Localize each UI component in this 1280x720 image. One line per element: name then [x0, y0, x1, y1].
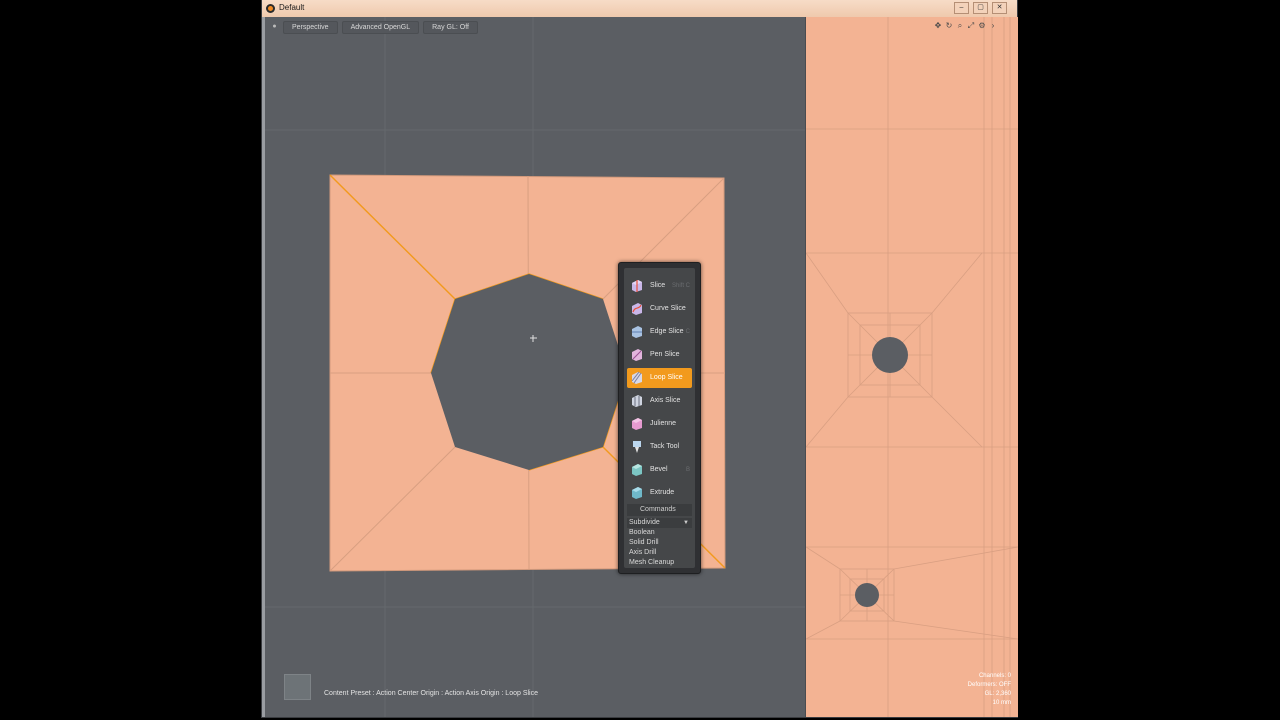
command-label: Subdivide — [629, 519, 660, 526]
fit-view-icon[interactable]: ⤢ — [967, 21, 975, 30]
command-mesh-cleanup[interactable]: Mesh Cleanup — [627, 558, 692, 568]
command-solid-drill[interactable]: Solid Drill — [627, 538, 692, 548]
command-subdivide[interactable]: Subdivide ▼ — [627, 518, 692, 528]
readout-gl: GL: 2,360 — [984, 691, 1011, 697]
tool-loop-slice[interactable]: Loop Slice — [627, 368, 692, 388]
viewport-canvas[interactable] — [265, 17, 805, 717]
title-bar: Default – ▢ ✕ — [262, 0, 1017, 17]
minimize-button[interactable]: – — [954, 2, 969, 14]
rotate-view-icon[interactable]: ↻ — [945, 21, 953, 30]
view-readout: Channels: 0 Deformers: OFF GL: 2,360 10 … — [968, 672, 1011, 708]
tool-shortcut: B — [685, 467, 690, 473]
tool-label: Axis Slice — [650, 397, 681, 404]
tool-label: Bevel — [650, 466, 668, 473]
view-type-dropdown[interactable]: Perspective — [283, 21, 338, 34]
edge-slice-icon — [632, 326, 642, 338]
ray-gl-toggle[interactable]: Ray GL: Off — [423, 21, 478, 34]
tool-label: Pen Slice — [650, 351, 680, 358]
side-view-canvas[interactable] — [806, 17, 1018, 717]
render-mode-dropdown[interactable]: Advanced OpenGL — [341, 21, 420, 34]
command-boolean[interactable]: Boolean — [627, 528, 692, 538]
command-label: Solid Drill — [629, 539, 659, 546]
move-view-icon[interactable]: ✥ — [934, 21, 942, 30]
tool-axis-slice[interactable]: Axis Slice — [627, 391, 692, 411]
commands-header[interactable]: Commands — [627, 504, 692, 516]
tool-shortcut: C — [685, 329, 690, 335]
maximize-button[interactable]: ▢ — [973, 2, 988, 14]
pen-slice-icon — [632, 349, 642, 361]
large-hole — [872, 337, 908, 373]
tool-curve-slice[interactable]: Curve Slice — [627, 299, 692, 319]
readout-scale: 10 mm — [992, 700, 1011, 706]
tool-bevel[interactable]: Bevel B — [627, 460, 692, 480]
command-label: Boolean — [629, 529, 655, 536]
window-title: Default — [279, 3, 305, 12]
tool-extrude[interactable]: Extrude — [627, 483, 692, 503]
tool-edge-slice[interactable]: Edge Slice C — [627, 322, 692, 342]
curve-slice-icon — [632, 303, 642, 315]
command-axis-drill[interactable]: Axis Drill — [627, 548, 692, 558]
command-label: Axis Drill — [629, 549, 657, 556]
small-hole — [855, 583, 879, 607]
axis-gizmo-icon — [284, 674, 311, 700]
slice-tools-popover: Slice Shift C Curve Slice Edge Slice C P… — [618, 262, 701, 574]
readout-deformers: Deformers: OFF — [967, 682, 1011, 688]
tool-label: Edge Slice — [650, 328, 684, 335]
command-label: Mesh Cleanup — [629, 559, 675, 566]
tool-label: Loop Slice — [650, 374, 683, 381]
tool-tack-tool[interactable]: Tack Tool — [627, 437, 692, 457]
chevron-down-icon: ▼ — [683, 520, 689, 526]
axis-slice-icon — [632, 395, 642, 407]
tool-julienne[interactable]: Julienne — [627, 414, 692, 434]
tool-shortcut: Shift C — [671, 283, 690, 289]
tool-label: Extrude — [650, 489, 675, 496]
julienne-icon — [632, 418, 642, 430]
tool-label: Slice — [650, 282, 666, 289]
popover-body: Slice Shift C Curve Slice Edge Slice C P… — [624, 268, 695, 568]
tack-tool-icon — [633, 441, 641, 453]
bevel-icon — [632, 464, 642, 476]
slice-icon — [632, 280, 642, 292]
viewport-nav-icons: ✥ ↻ ⌕ ⤢ ⚙ › — [934, 21, 997, 30]
tool-pen-slice[interactable]: Pen Slice — [627, 345, 692, 365]
arrow-icon[interactable]: › — [989, 21, 997, 30]
loop-slice-icon — [631, 371, 642, 384]
extrude-icon — [632, 487, 642, 499]
viewport-menu-icon[interactable]: ● — [270, 21, 279, 32]
commands-title: Commands — [640, 506, 676, 513]
uv-side-viewport[interactable]: ✥ ↻ ⌕ ⤢ ⚙ › Channels: 0 Deformers: OFF G… — [805, 17, 1018, 717]
readout-channels: Channels: 0 — [978, 673, 1011, 679]
perspective-viewport[interactable]: ● Perspective Advanced OpenGL Ray GL: Of… — [265, 17, 805, 717]
viewport-toolbar: ● Perspective Advanced OpenGL Ray GL: Of… — [270, 21, 478, 34]
app-logo-icon — [266, 4, 275, 13]
octagon-hole — [431, 274, 627, 470]
tool-label: Curve Slice — [650, 305, 686, 312]
close-button[interactable]: ✕ — [992, 2, 1007, 14]
tool-slice[interactable]: Slice Shift C — [627, 276, 692, 296]
settings-icon[interactable]: ⚙ — [978, 21, 986, 30]
status-text: Content Preset : Action Center Origin : … — [324, 690, 538, 697]
window-controls: – ▢ ✕ — [954, 2, 1007, 14]
zoom-view-icon[interactable]: ⌕ — [956, 21, 964, 30]
tool-label: Tack Tool — [650, 443, 680, 450]
tool-label: Julienne — [650, 420, 677, 427]
